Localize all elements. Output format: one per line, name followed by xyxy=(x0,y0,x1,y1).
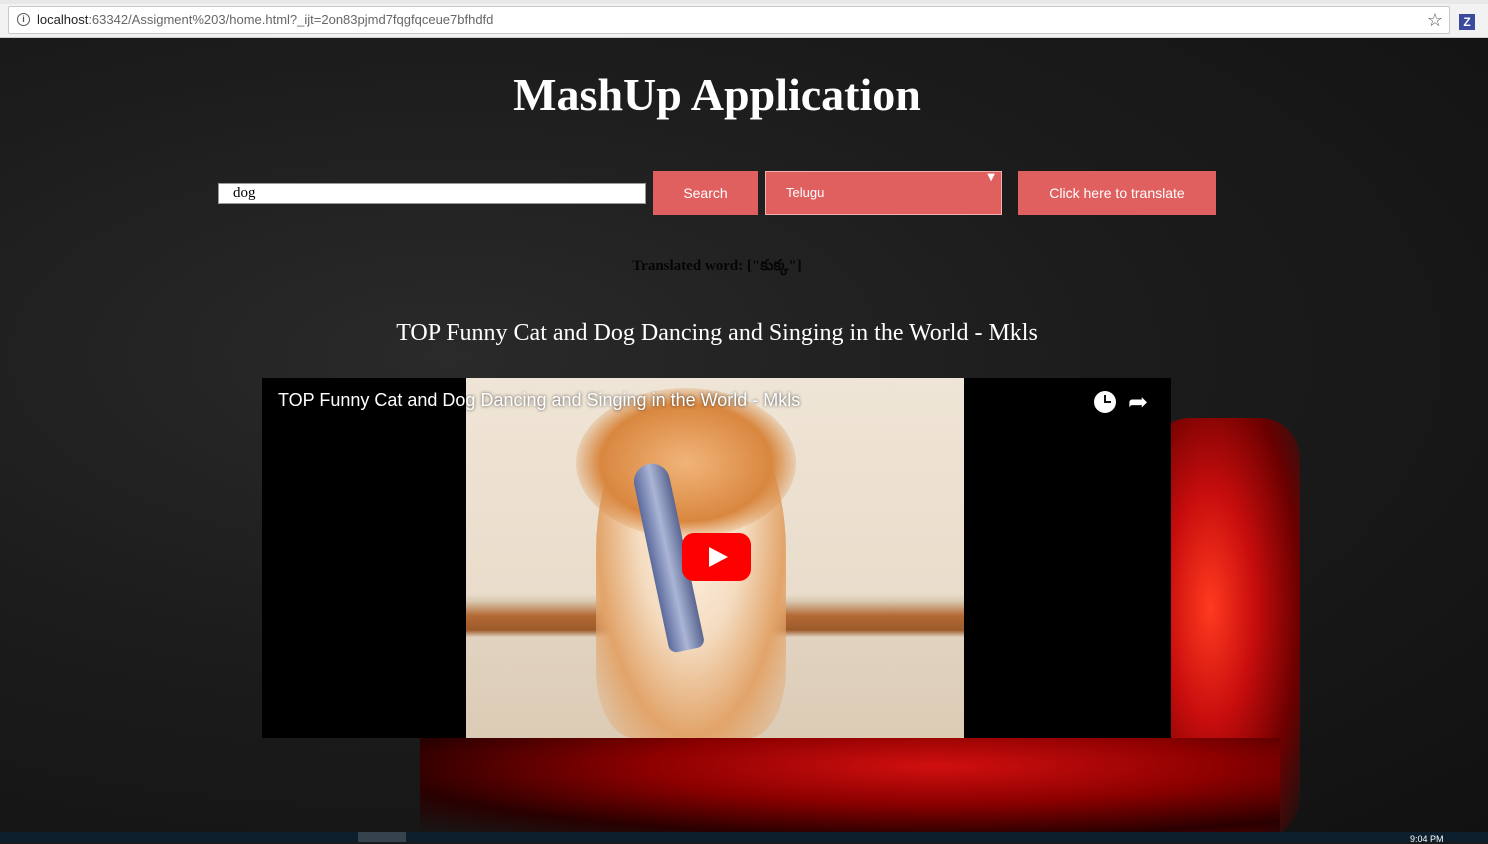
url-text[interactable]: localhost:63342/Assigment%203/home.html?… xyxy=(37,12,493,27)
info-icon[interactable]: i xyxy=(17,13,30,26)
bookmark-star-icon[interactable]: ☆ xyxy=(1427,10,1443,31)
translate-button[interactable]: Click here to translate xyxy=(1018,171,1216,215)
language-select[interactable]: Telugu ▼ xyxy=(765,171,1002,215)
video-heading: TOP Funny Cat and Dog Dancing and Singin… xyxy=(396,320,1038,346)
play-icon[interactable] xyxy=(682,533,751,581)
share-icon[interactable]: ➦ xyxy=(1128,388,1148,416)
translated-word: Translated word: ["కుక్క"] xyxy=(632,258,802,274)
language-select-value: Telugu xyxy=(786,185,825,200)
browser-toolbar: i localhost:63342/Assigment%203/home.htm… xyxy=(0,4,1488,38)
page-title: MashUp Application xyxy=(513,69,921,120)
background-logo-base xyxy=(420,738,1280,832)
address-bar[interactable]: i localhost:63342/Assigment%203/home.htm… xyxy=(8,6,1450,34)
video-player[interactable]: TOP Funny Cat and Dog Dancing and Singin… xyxy=(262,378,1171,738)
taskbar-clock: 9:04 PM xyxy=(1410,834,1444,844)
search-input[interactable]: dog xyxy=(218,183,646,204)
taskbar-item[interactable] xyxy=(358,832,406,842)
search-button[interactable]: Search xyxy=(653,171,758,215)
clock-icon[interactable] xyxy=(1094,391,1116,413)
player-title[interactable]: TOP Funny Cat and Dog Dancing and Singin… xyxy=(278,390,800,411)
taskbar xyxy=(0,832,1488,842)
extension-icon[interactable]: Z xyxy=(1459,14,1475,30)
page-body: MashUp Application dog Search Telugu ▼ C… xyxy=(0,38,1488,832)
chevron-down-icon: ▼ xyxy=(987,172,995,183)
